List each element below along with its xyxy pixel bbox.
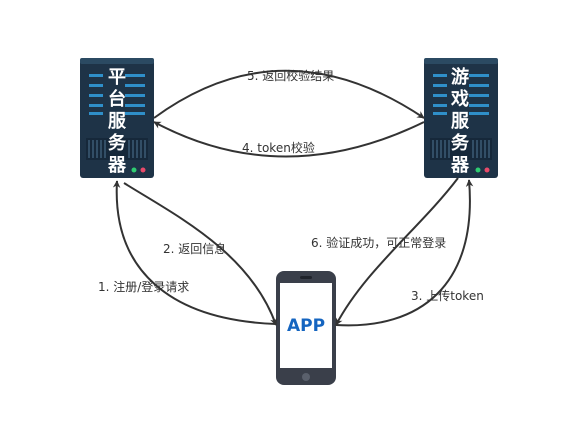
game-server-title-char: 戏	[450, 89, 469, 110]
game-server-led-red	[484, 167, 490, 173]
app-label: APP	[287, 316, 325, 336]
game-server-led-green	[475, 167, 481, 173]
platform-server-title-char: 务	[108, 132, 127, 154]
platform-server-title-char: 服	[108, 111, 127, 132]
edge-label-3: 3. 上传token	[411, 288, 484, 303]
platform-server-title-char: 台	[108, 88, 126, 110]
edge-label-6: 6. 验证成功，可正常登录	[311, 235, 446, 250]
game-server-title-char: 服	[451, 111, 470, 132]
architecture-diagram: 平 台 服 务 器 游 戏 服 务 器 APP 5. 返回校验结果 4. tok…	[0, 0, 585, 425]
edge-label-5: 5. 返回校验结果	[247, 68, 334, 83]
game-server: 游 戏 服 务 器	[424, 58, 498, 178]
edge-label-1: 1. 注册/登录请求	[98, 279, 189, 294]
arrow-upload-token	[335, 179, 474, 327]
platform-server-title-char: 平	[108, 67, 126, 88]
game-server-title-char: 游	[451, 66, 469, 88]
platform-server-top	[80, 58, 154, 64]
edge-label-4: 4. token校验	[242, 140, 315, 155]
platform-server: 平 台 服 务 器	[80, 58, 154, 178]
platform-server-title-char: 器	[107, 155, 127, 176]
phone-speaker	[300, 276, 312, 279]
app-phone: APP	[276, 271, 336, 385]
edge-label-2: 2. 返回信息	[163, 241, 226, 256]
game-server-title-char: 器	[450, 155, 470, 176]
phone-home-button	[302, 373, 310, 381]
game-server-title-char: 务	[451, 132, 470, 154]
platform-server-led-red	[140, 167, 146, 173]
diagram-canvas: 平 台 服 务 器 游 戏 服 务 器 APP 5. 返回校验结果 4. tok…	[80, 58, 498, 385]
game-server-top	[424, 58, 498, 64]
platform-server-led-green	[131, 167, 137, 173]
